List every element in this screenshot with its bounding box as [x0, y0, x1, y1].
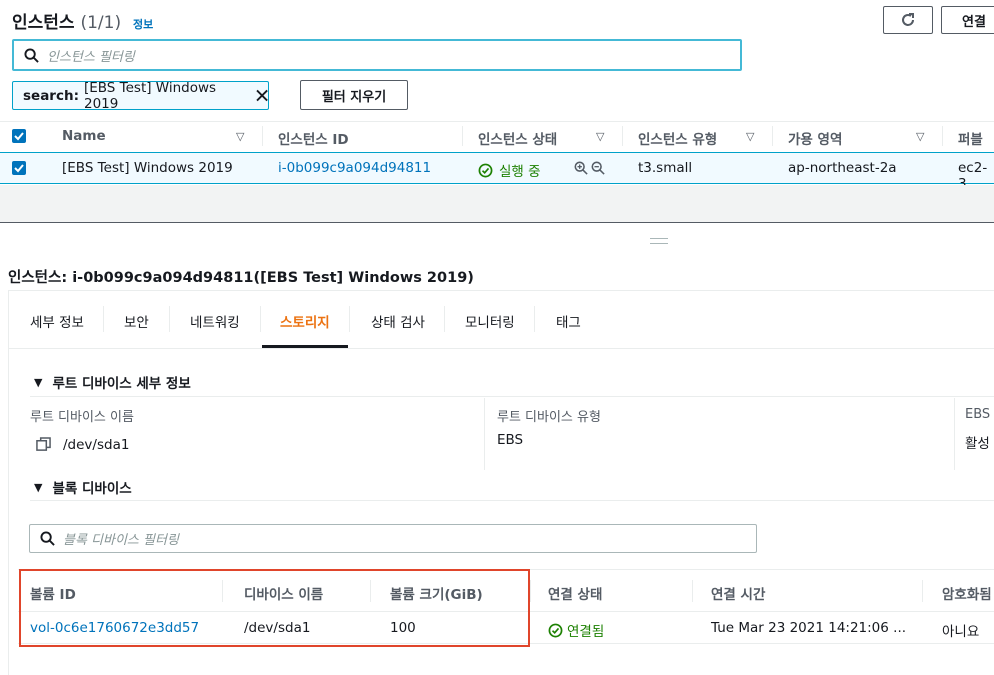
block-attach-time: Tue Mar 23 2021 14:21:06 ... — [711, 620, 907, 636]
detail-title: 인스턴스: i-0b099c9a094d94811([EBS Test] Win… — [8, 270, 474, 286]
root-device-type-label: 루트 디바이스 유형 — [497, 410, 601, 425]
clear-filter-label: 필터 지우기 — [321, 89, 387, 105]
col-header-type[interactable]: 인스턴스 유형 — [638, 128, 717, 148]
col-header-attach-time[interactable]: 연결 시간 — [711, 583, 765, 603]
refresh-button[interactable] — [883, 6, 933, 34]
tab-tags[interactable]: 태그 — [556, 311, 581, 331]
col-header-id[interactable]: 인스턴스 ID — [278, 128, 349, 148]
instance-count: (1/1) — [80, 13, 122, 33]
sort-caret-icon[interactable]: ▽ — [596, 130, 604, 143]
status-check-icon — [548, 623, 563, 637]
col-header-az[interactable]: 가용 영역 — [788, 128, 842, 148]
col-header-state[interactable]: 인스턴스 상태 — [478, 128, 557, 148]
tab-status-checks[interactable]: 상태 검사 — [371, 311, 425, 331]
root-device-type-value: EBS — [497, 432, 524, 448]
row-type: t3.small — [638, 160, 693, 176]
status-check-icon — [478, 163, 493, 177]
highlight-box — [19, 569, 530, 647]
block-section-title: 블록 디바이스 — [52, 481, 132, 497]
sort-caret-icon[interactable]: ▽ — [236, 130, 244, 143]
filter-token: search: [EBS Test] Windows 2019 — [12, 79, 269, 112]
connect-label: 연결 — [962, 14, 986, 30]
connect-button[interactable]: 연결 — [941, 6, 994, 34]
search-placeholder: 인스턴스 필터링 — [47, 49, 135, 65]
root-section-title: 루트 디바이스 세부 정보 — [52, 376, 191, 392]
tab-networking[interactable]: 네트워킹 — [190, 311, 240, 331]
root-device-name-value: /dev/sda1 — [63, 437, 130, 453]
sort-caret-icon[interactable]: ▽ — [916, 130, 924, 143]
title-text: 인스턴스 — [12, 13, 75, 33]
col-header-attach-status[interactable]: 연결 상태 — [548, 583, 602, 603]
caret-down-icon: ▼ — [34, 480, 43, 494]
row-name: [EBS Test] Windows 2019 — [62, 160, 233, 176]
copy-icon[interactable] — [36, 437, 51, 452]
select-all-checkbox[interactable] — [12, 129, 26, 143]
resize-handle[interactable] — [650, 238, 668, 244]
row-az: ap-northeast-2a — [788, 160, 897, 176]
tab-storage[interactable]: 스토리지 — [280, 311, 330, 331]
col-header-name[interactable]: Name — [62, 128, 106, 144]
block-attach-status: 연결됨 — [548, 620, 604, 640]
token-value: [EBS Test] Windows 2019 — [83, 79, 217, 112]
info-link[interactable]: 정보 — [133, 18, 153, 31]
zoom-in-icon[interactable] — [574, 161, 588, 175]
root-device-section-header[interactable]: ▼ 루트 디바이스 세부 정보 — [34, 372, 191, 393]
caret-down-icon: ▼ — [34, 375, 43, 389]
instance-search-input[interactable]: 인스턴스 필터링 — [12, 39, 742, 71]
row-state: 실행 중 — [478, 160, 541, 180]
row-instance-id-link[interactable]: i-0b099c9a094d94811 — [278, 160, 431, 176]
block-encrypted: 아니요 — [942, 624, 980, 640]
search-icon — [40, 531, 55, 546]
block-device-section-header[interactable]: ▼ 블록 디바이스 — [34, 477, 132, 498]
root-device-name-label: 루트 디바이스 이름 — [30, 410, 134, 425]
col-header-encrypted[interactable]: 암호화됨 — [942, 583, 992, 603]
token-key: search: — [23, 87, 79, 104]
ebs-label: EBS — [965, 407, 991, 422]
block-device-search-input[interactable]: 블록 디바이스 필터링 — [29, 524, 757, 553]
refresh-icon — [902, 13, 914, 26]
block-attach-status-text: 연결됨 — [567, 624, 605, 640]
check-icon — [14, 164, 24, 173]
clear-filter-button[interactable]: 필터 지우기 — [300, 80, 408, 110]
row-checkbox[interactable] — [12, 161, 26, 175]
search-icon — [24, 47, 39, 63]
table-footer-area — [0, 185, 994, 223]
ebs-value: 활성 — [965, 436, 990, 452]
tab-security[interactable]: 보안 — [124, 311, 149, 331]
sort-caret-icon[interactable]: ▽ — [746, 130, 754, 143]
close-icon[interactable] — [256, 89, 268, 102]
block-search-placeholder: 블록 디바이스 필터링 — [63, 533, 179, 548]
check-icon — [14, 132, 24, 141]
page-title: 인스턴스 (1/1) 정보 — [12, 8, 153, 33]
row-state-text: 실행 중 — [499, 164, 541, 180]
tab-monitoring[interactable]: 모니터링 — [465, 311, 515, 331]
zoom-out-icon[interactable] — [591, 161, 605, 175]
tab-details[interactable]: 세부 정보 — [30, 311, 84, 331]
